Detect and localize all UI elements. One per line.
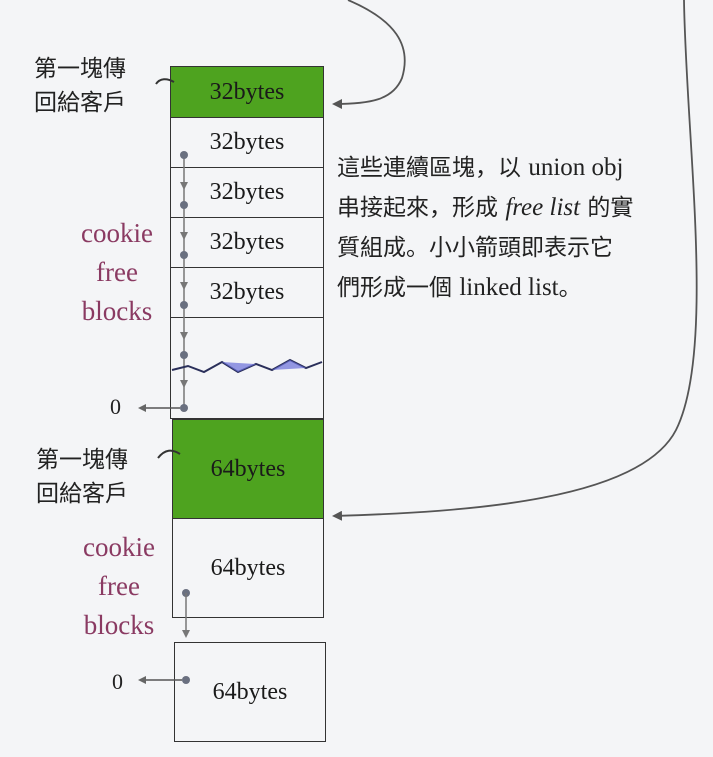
curve-to-first-32: [332, 0, 406, 109]
hook-bottom: [157, 449, 181, 459]
link-dot: [182, 676, 190, 684]
hook-top: [155, 78, 175, 85]
link-dot: [180, 351, 188, 359]
link-dot: [180, 201, 188, 209]
free-list-diagram: 第一塊傳 回給客戶 cookie free blocks 32bytes 32b…: [0, 0, 713, 757]
curve-to-first-64: [332, 0, 698, 521]
link-dot: [180, 151, 188, 159]
link-dot: [180, 301, 188, 309]
link-dot: [180, 404, 188, 412]
diagram-arrows: [138, 0, 698, 684]
link-dot: [180, 251, 188, 259]
